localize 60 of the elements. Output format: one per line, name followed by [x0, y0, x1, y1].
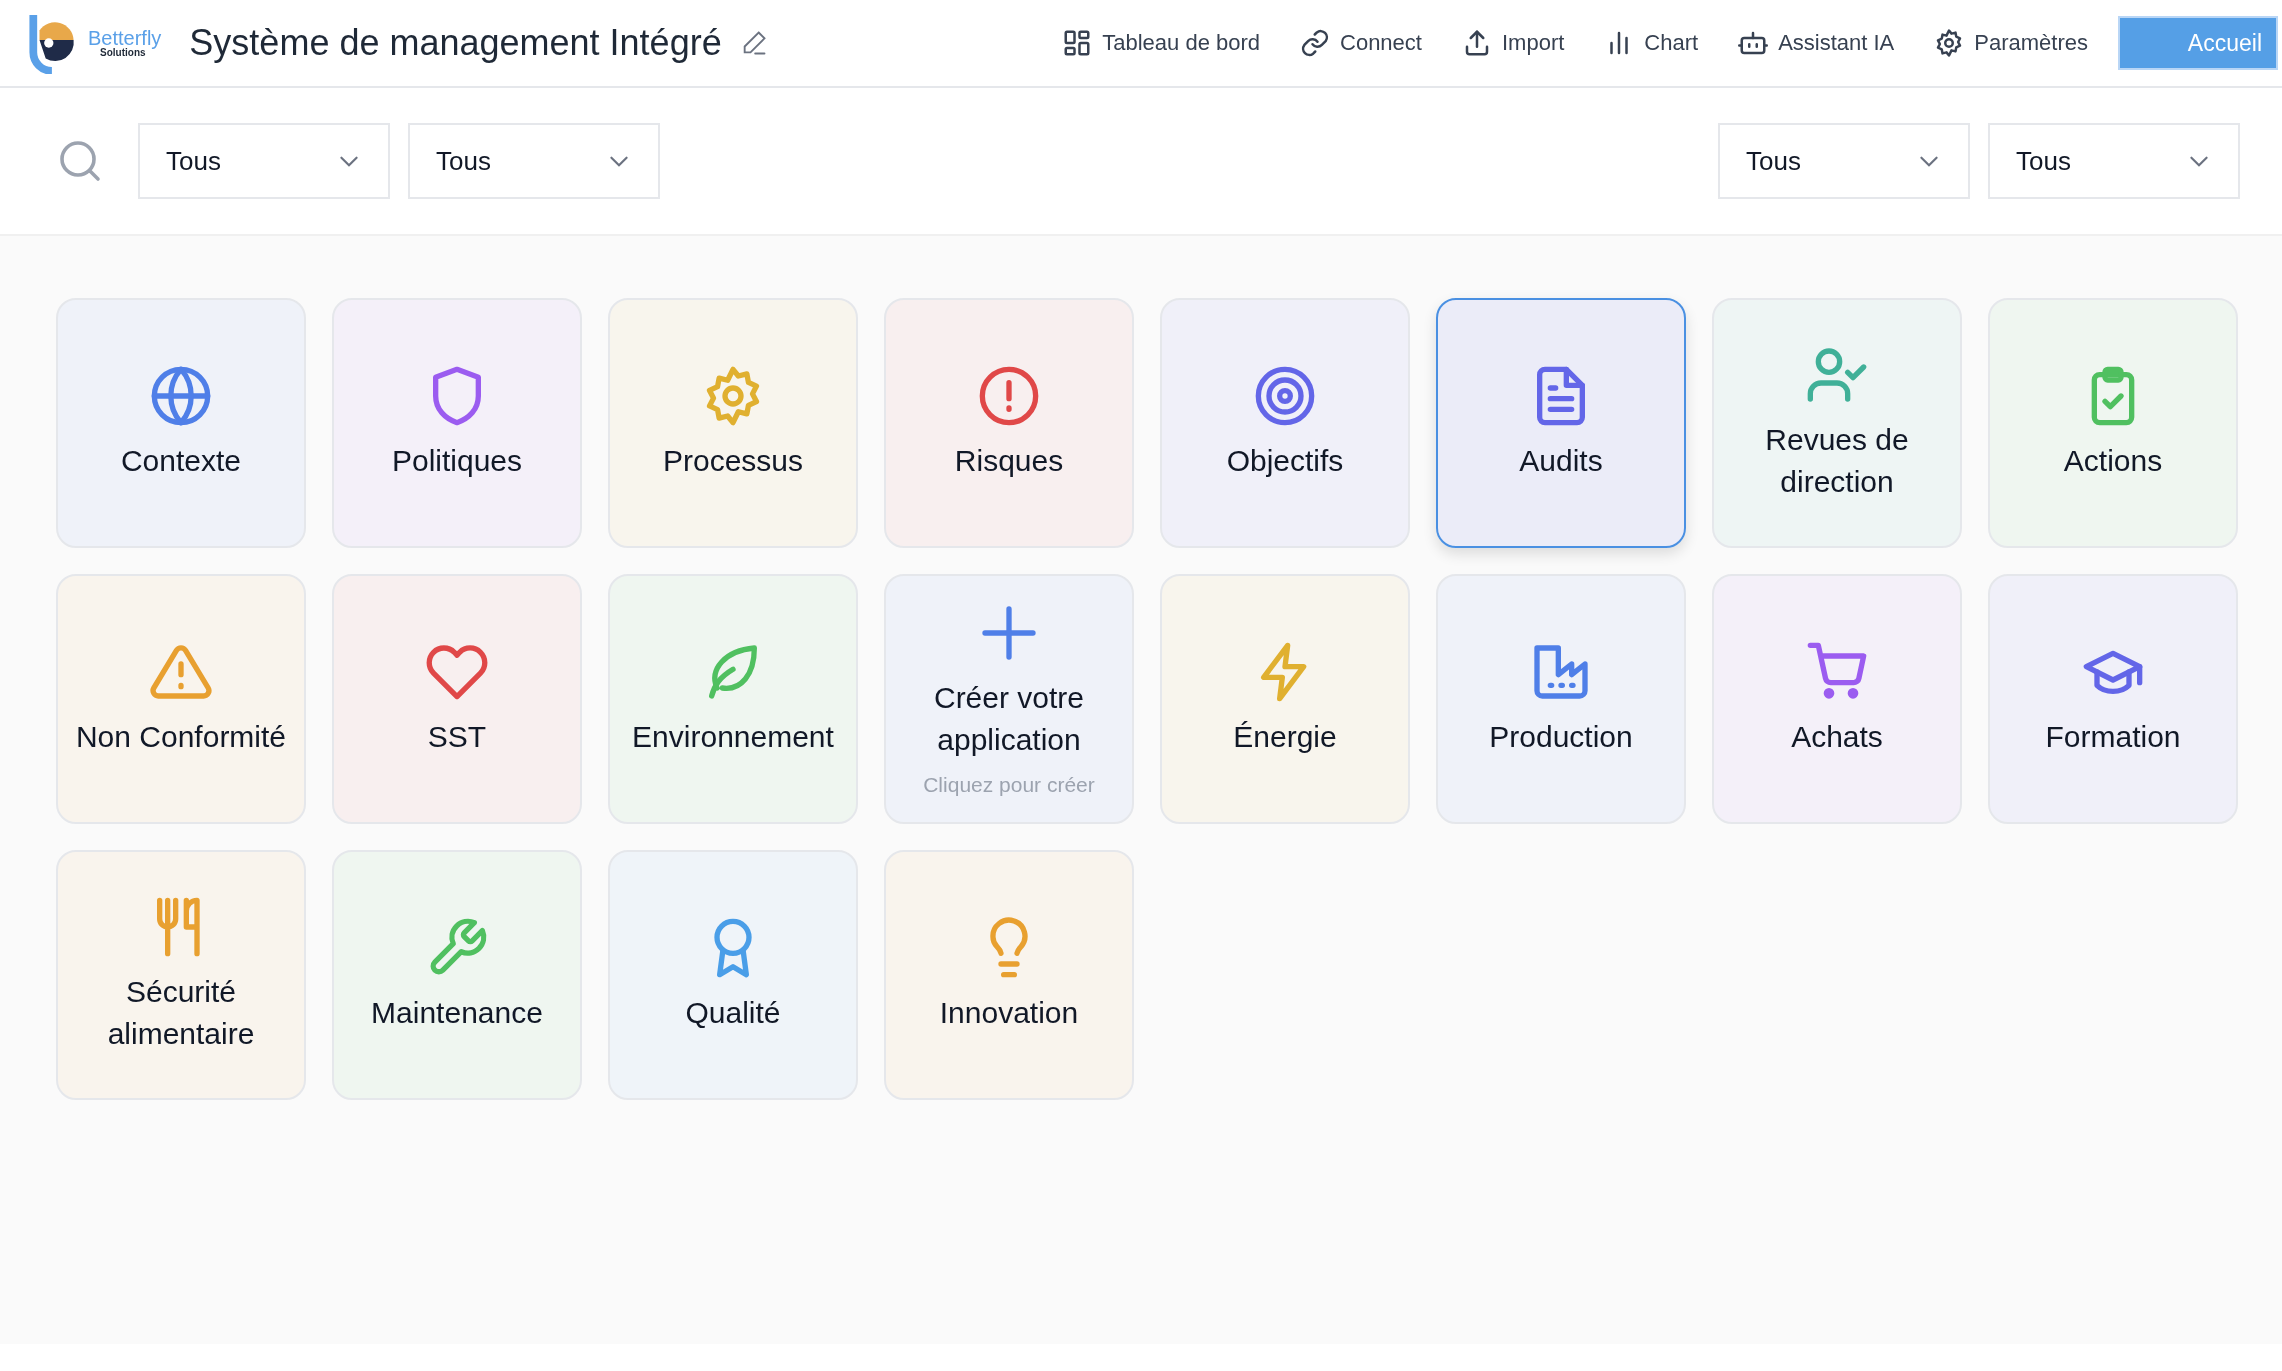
module-tile[interactable]: Créer votre application Cliquez pour créer	[884, 574, 1134, 824]
tile-label: SST	[427, 719, 487, 755]
logo-tagline: Solutions	[100, 48, 146, 58]
module-tile[interactable]: Maintenance	[332, 850, 582, 1100]
tile-label: Qualité	[685, 995, 781, 1031]
module-tile[interactable]: Innovation	[884, 850, 1134, 1100]
module-tile[interactable]: Politiques	[332, 298, 582, 548]
module-tile[interactable]: Risques	[884, 298, 1134, 548]
nav-link[interactable]: Connect	[1300, 28, 1422, 58]
tile-label: Environnement	[632, 719, 834, 755]
module-tile[interactable]: Contexte	[56, 298, 306, 548]
filter-dropdown[interactable]: Tous	[408, 123, 660, 199]
nav-link[interactable]: Import	[1461, 28, 1565, 58]
app-title: Système de management Intégré	[189, 22, 722, 64]
tile-label: Revues de direction	[1764, 422, 1910, 500]
module-tile[interactable]: Formation	[1988, 574, 2238, 824]
module-tile[interactable]: Environnement	[608, 574, 858, 824]
module-tile[interactable]: Qualité	[608, 850, 858, 1100]
filter-dropdown[interactable]: Tous	[138, 123, 390, 199]
nav-link[interactable]: Assistant IA	[1738, 28, 1895, 58]
nav-link[interactable]: Paramètres	[1934, 28, 2088, 58]
filter-dropdown[interactable]: Tous	[1988, 123, 2240, 199]
tile-label: Politiques	[391, 443, 523, 479]
tile-label: Sécurité alimentaire	[106, 974, 256, 1052]
tile-subtitle: Cliquez pour créer	[923, 773, 1095, 797]
tile-label: Innovation	[939, 995, 1079, 1031]
tile-label: Risques	[954, 443, 1064, 479]
module-tile[interactable]: Audits	[1436, 298, 1686, 548]
filter-dropdown[interactable]: Tous	[1718, 123, 1970, 199]
module-tile[interactable]: Production	[1436, 574, 1686, 824]
tile-label: Audits	[1519, 443, 1603, 479]
tile-label: Achats	[1791, 719, 1883, 755]
module-tile[interactable]: Non Conformité	[56, 574, 306, 824]
tile-label: Non Conformité	[75, 719, 287, 755]
tile-label: Contexte	[120, 443, 242, 479]
tile-label: Maintenance	[371, 995, 543, 1031]
dropdown-value: Tous	[2016, 145, 2071, 177]
tile-label: Créer votre application	[932, 680, 1085, 758]
module-tile[interactable]: Processus	[608, 298, 858, 548]
tile-label: Formation	[2045, 719, 2181, 755]
module-tile[interactable]: Achats	[1712, 574, 1962, 824]
tile-label: Énergie	[1233, 719, 1337, 755]
link-icon	[1300, 28, 1330, 58]
module-tile[interactable]: SST	[332, 574, 582, 824]
dropdown-value: Tous	[166, 145, 221, 177]
tile-label: Objectifs	[1226, 443, 1344, 479]
module-tile[interactable]: Objectifs	[1160, 298, 1410, 548]
grid-icon	[1062, 28, 1093, 58]
nav-link[interactable]: Chart	[1604, 28, 1699, 58]
module-tile[interactable]: Sécurité alimentaire	[56, 850, 306, 1100]
logo-name: Betterfly	[88, 28, 162, 48]
tile-label: Processus	[662, 443, 804, 479]
dropdown-value: Tous	[1746, 145, 1801, 177]
tile-label: Production	[1489, 719, 1633, 755]
dropdown-value: Tous	[436, 145, 491, 177]
nav-link[interactable]: Tableau de bord	[1062, 28, 1260, 58]
module-tile[interactable]: Énergie	[1160, 574, 1410, 824]
module-tile[interactable]: Revues de direction	[1712, 298, 1962, 548]
tile-label: Actions	[2063, 443, 2163, 479]
module-tile[interactable]: Actions	[1988, 298, 2238, 548]
